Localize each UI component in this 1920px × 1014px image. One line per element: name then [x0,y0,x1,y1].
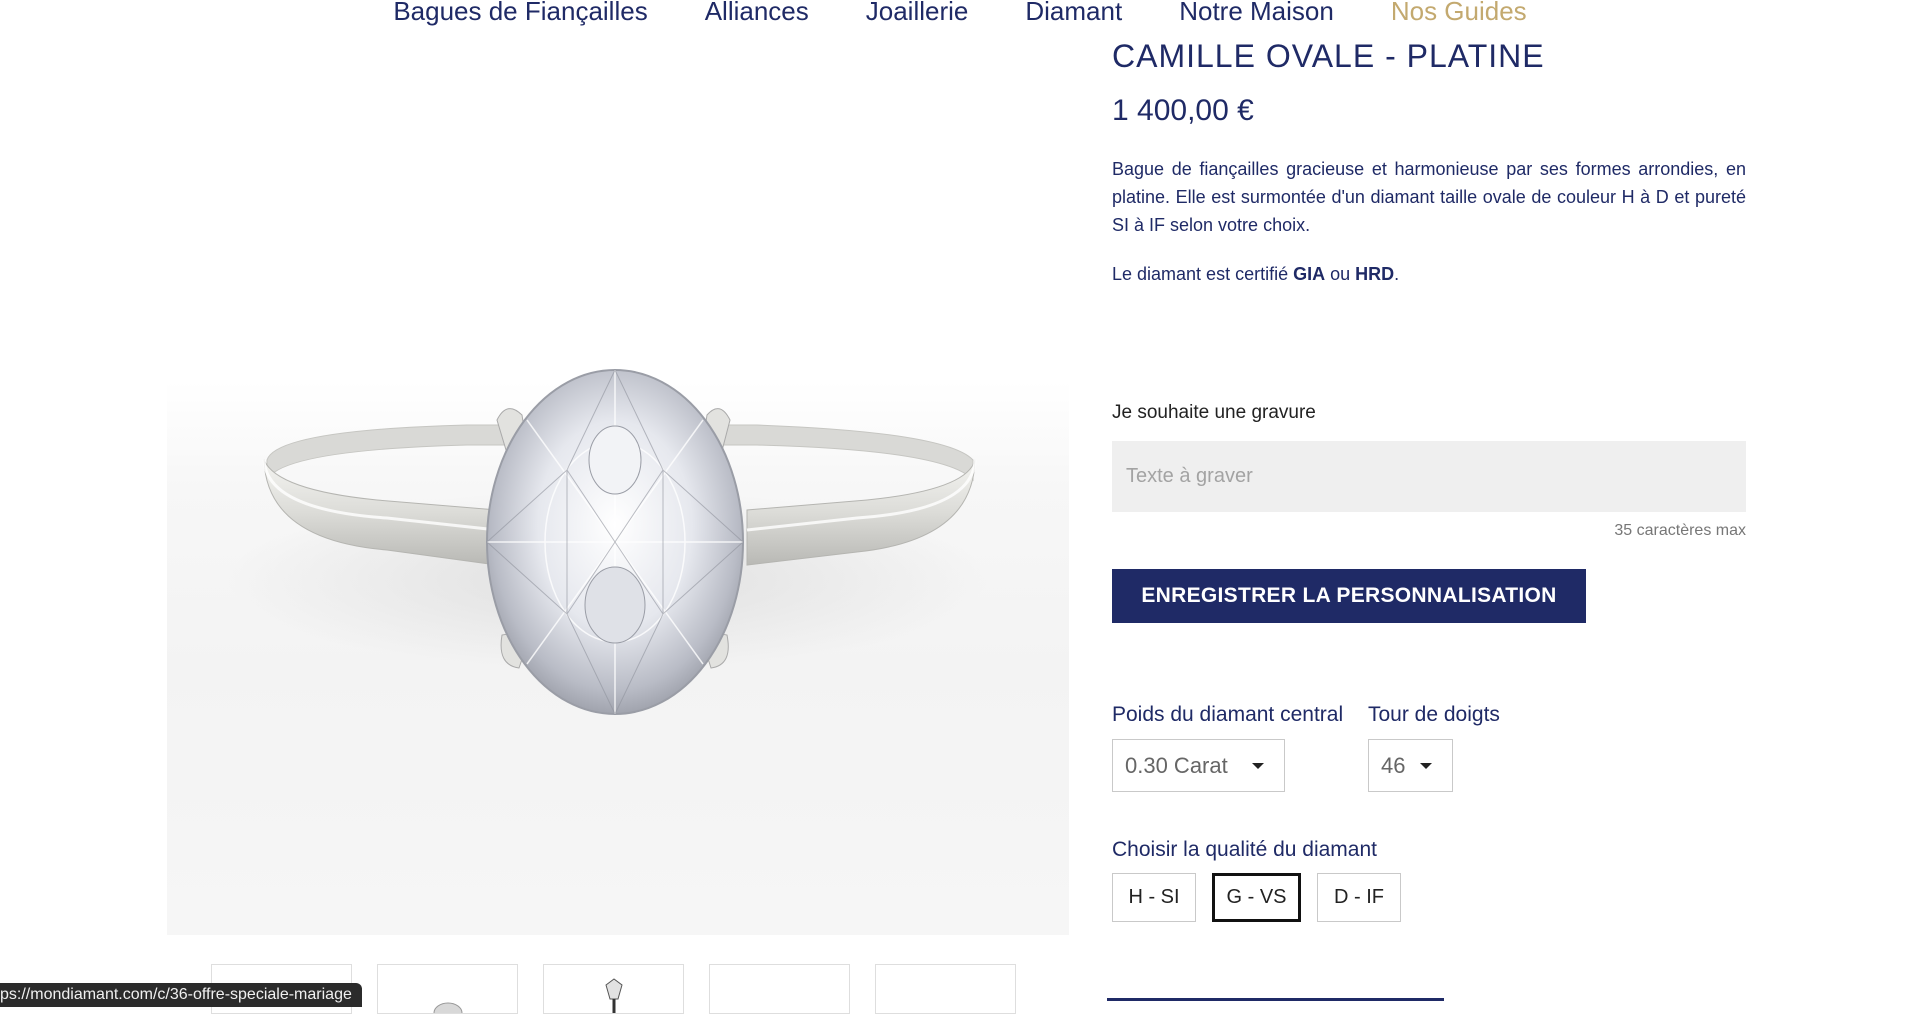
nav-item-joaillerie[interactable]: Joaillerie [866,0,969,38]
cert-lab-gia: GIA [1293,264,1326,284]
engraving-label: Je souhaite une gravure [1112,402,1316,423]
nav-item-diamant[interactable]: Diamant [1025,0,1122,38]
product-price: 1 400,00 € [1112,94,1254,127]
ring-thumbnail-icon [605,978,623,1013]
product-title: CAMILLE OVALE - PLATINE [1112,38,1545,68]
ring-thumbnail-icon [433,1002,463,1013]
cert-lab-hrd: HRD [1355,264,1395,284]
finger-size-select-value: 46 [1381,752,1406,778]
status-bar-url: ps://mondiamant.com/c/36-offre-speciale-… [0,983,362,1007]
main-nav: Bagues de Fiançailles Alliances Joailler… [0,0,1920,40]
weight-select[interactable]: 0.30 Carat [1112,739,1285,792]
finger-size-select[interactable]: 46 [1368,739,1453,792]
thumbnail-2[interactable] [377,964,518,1014]
quality-label: Choisir la qualité du diamant [1112,838,1377,861]
finger-size-label: Tour de doigts [1368,703,1500,726]
quality-option-d-if[interactable]: D - IF [1317,873,1401,922]
product-image[interactable] [167,40,1069,935]
quality-option-h-si[interactable]: H - SI [1112,873,1196,922]
caret-down-icon [1420,763,1432,769]
certification-note: Le diamant est certifié GIA ou HRD. [1112,264,1400,284]
thumbnail-3[interactable] [543,964,684,1014]
nav-item-bagues[interactable]: Bagues de Fiançailles [393,0,647,38]
product-description: Bague de fiançailles gracieuse et harmon… [1112,159,1746,235]
caret-down-icon [1252,763,1264,769]
engraving-max-chars: 35 caractères max [1614,522,1746,539]
thumbnail-5[interactable] [875,964,1016,1014]
weight-label: Poids du diamant central [1112,703,1344,726]
ring-illustration [227,368,987,716]
nav-item-alliances[interactable]: Alliances [705,0,809,38]
weight-select-value: 0.30 Carat [1125,752,1228,778]
engraving-input[interactable] [1112,441,1746,512]
quality-option-g-vs[interactable]: G - VS [1212,873,1301,922]
save-personalization-button[interactable]: ENREGISTRER LA PERSONNALISATION [1112,569,1586,623]
thumbnail-4[interactable] [709,964,850,1014]
